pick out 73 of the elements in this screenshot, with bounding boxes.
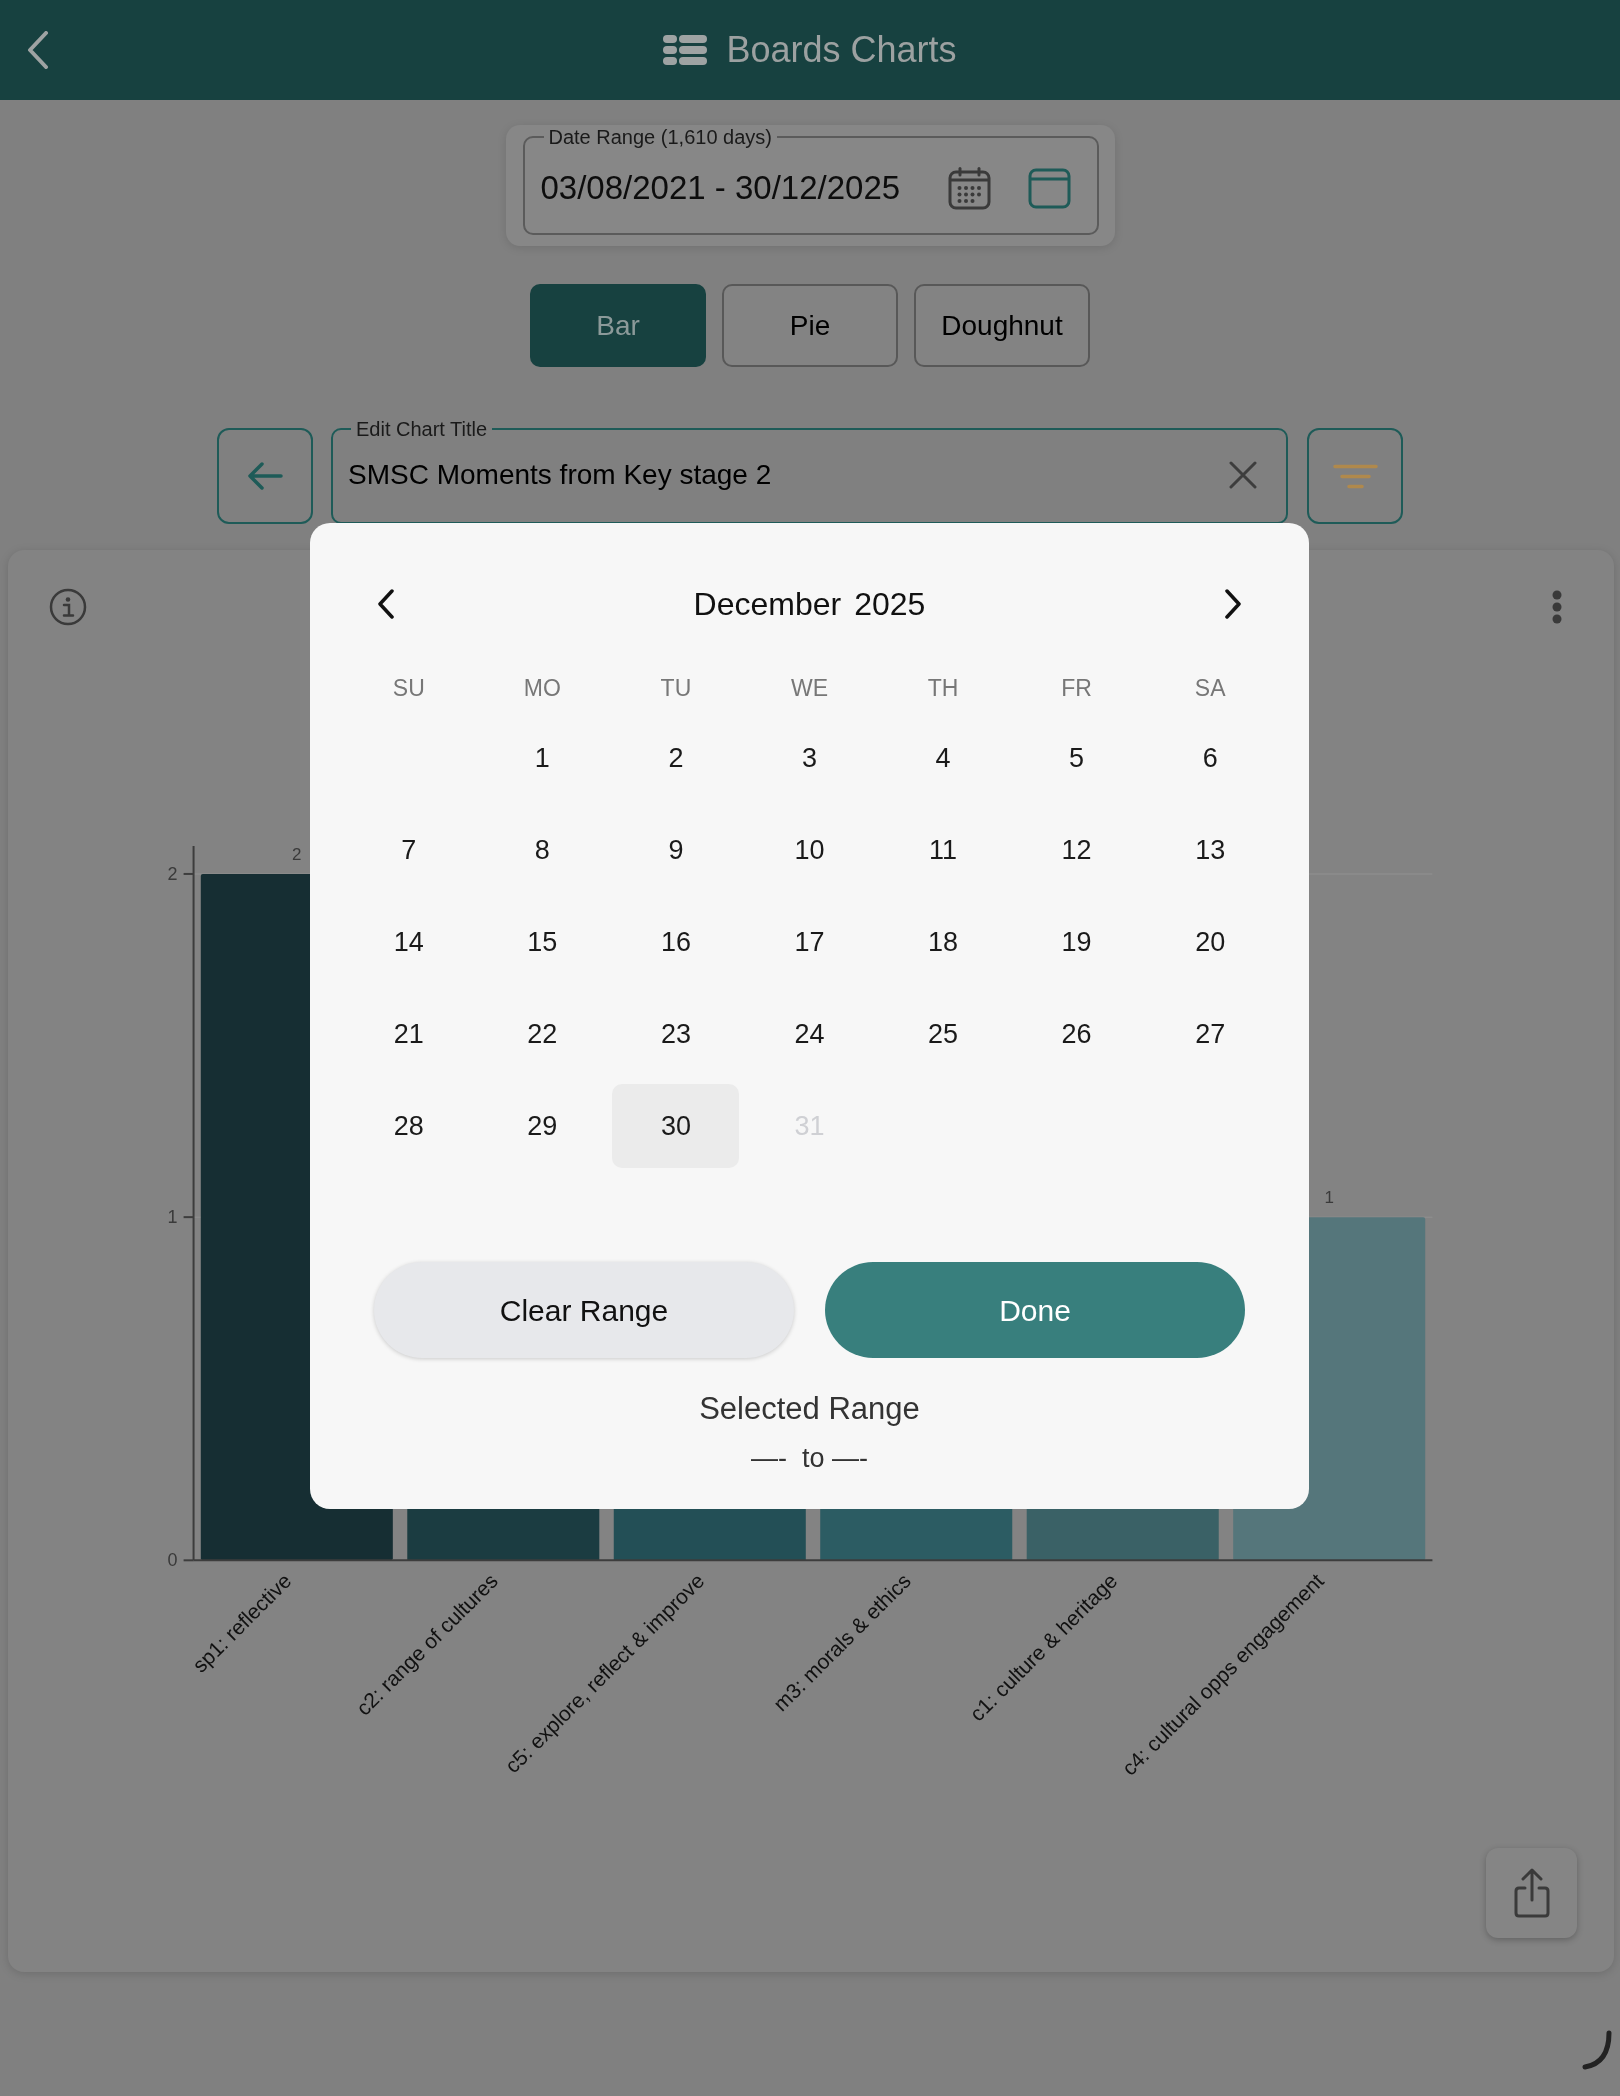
- calendar-day[interactable]: 18: [879, 900, 1007, 984]
- calendar-day[interactable]: 2: [612, 716, 740, 800]
- weekday-label: TU: [660, 673, 692, 703]
- calendar-day[interactable]: 20: [1146, 900, 1274, 984]
- calendar-day[interactable]: 9: [612, 808, 740, 892]
- axis-tick-label: 2: [167, 863, 178, 884]
- chart-type-tab[interactable]: Pie: [722, 284, 898, 367]
- chart-type-tab[interactable]: Bar: [530, 284, 706, 367]
- chart-type-tab[interactable]: Doughnut: [914, 284, 1090, 367]
- clear-range-button[interactable]: Clear Range: [374, 1262, 794, 1358]
- calendar-day[interactable]: 10: [746, 808, 873, 892]
- calendar-day[interactable]: 23: [612, 992, 740, 1076]
- calendar-day[interactable]: 25: [879, 992, 1007, 1076]
- month-label: December: [693, 585, 842, 624]
- bar-value-label: 1: [1324, 1188, 1334, 1208]
- arrow-left-icon: [247, 461, 283, 491]
- done-button[interactable]: Done: [825, 1262, 1245, 1358]
- calendar-day[interactable]: 30: [612, 1084, 740, 1168]
- calendar-day[interactable]: 12: [1013, 808, 1141, 892]
- filter-button[interactable]: [1307, 428, 1403, 524]
- more-options-icon[interactable]: [1552, 590, 1562, 624]
- chevron-right-icon: [1224, 589, 1242, 619]
- axis-tick-label: 0: [167, 1550, 178, 1571]
- selected-range-value: —- to —-: [751, 1442, 868, 1475]
- calendar-day[interactable]: 17: [746, 900, 873, 984]
- weekday-label: FR: [1061, 673, 1092, 703]
- calendar-day[interactable]: 4: [879, 716, 1007, 800]
- share-button[interactable]: [1486, 1848, 1577, 1938]
- spinner-icon: [1582, 2030, 1612, 2070]
- share-icon: [1512, 1868, 1551, 1919]
- bar-value-label: 2: [292, 844, 302, 864]
- back-arrow-button[interactable]: [217, 428, 313, 524]
- header-title: Boards Charts: [726, 29, 957, 71]
- calendar-day[interactable]: 1: [478, 716, 606, 800]
- calendar-day[interactable]: 26: [1013, 992, 1141, 1076]
- date-range-field[interactable]: Date Range (1,610 days) 03/08/2021 - 30/12/2025: [522, 126, 1099, 235]
- weekday-label: MO: [523, 673, 561, 703]
- calendar-day[interactable]: 19: [1013, 900, 1141, 984]
- calendar-day[interactable]: 28: [345, 1084, 473, 1168]
- calendar-day[interactable]: 27: [1146, 992, 1274, 1076]
- selected-range-label: Selected Range: [699, 1390, 920, 1428]
- close-icon[interactable]: [1229, 461, 1257, 489]
- chevron-left-icon: [377, 589, 395, 619]
- filter-icon: [1332, 463, 1378, 489]
- chevron-left-icon: [27, 31, 49, 69]
- calendar-day[interactable]: 21: [345, 992, 473, 1076]
- calendar-day[interactable]: 7: [345, 808, 473, 892]
- calendar-icon[interactable]: [1027, 167, 1071, 209]
- year-label: 2025: [854, 585, 926, 624]
- calendar-day[interactable]: 13: [1146, 808, 1274, 892]
- calendar-day[interactable]: 15: [478, 900, 606, 984]
- weekday-label: WE: [790, 673, 828, 703]
- field-label: Edit Chart Title: [355, 418, 489, 440]
- calendar-day[interactable]: 6: [1146, 716, 1274, 800]
- calendar-dots-icon[interactable]: [947, 166, 991, 210]
- weekday-label: SA: [1194, 673, 1226, 703]
- calendar-day[interactable]: 5: [1013, 716, 1141, 800]
- calendar-day[interactable]: 24: [746, 992, 873, 1076]
- calendar-day[interactable]: 11: [879, 808, 1007, 892]
- calendar-day[interactable]: 8: [478, 808, 606, 892]
- calendar-day[interactable]: 22: [478, 992, 606, 1076]
- stacked-bars-icon: [663, 35, 708, 65]
- chart-title-value: SMSC Moments from Key stage 2: [348, 458, 772, 492]
- calendar-day[interactable]: 14: [345, 900, 473, 984]
- calendar-day[interactable]: 3: [746, 716, 873, 800]
- axis-tick-label: 1: [167, 1207, 178, 1228]
- calendar-day[interactable]: 29: [478, 1084, 606, 1168]
- calendar-day[interactable]: 16: [612, 900, 740, 984]
- date-range-value: 03/08/2021 - 30/12/2025: [540, 168, 901, 208]
- field-label: Date Range (1,610 days): [547, 126, 773, 148]
- info-icon[interactable]: [49, 588, 87, 626]
- weekday-label: SU: [392, 673, 425, 703]
- weekday-label: TH: [927, 673, 959, 703]
